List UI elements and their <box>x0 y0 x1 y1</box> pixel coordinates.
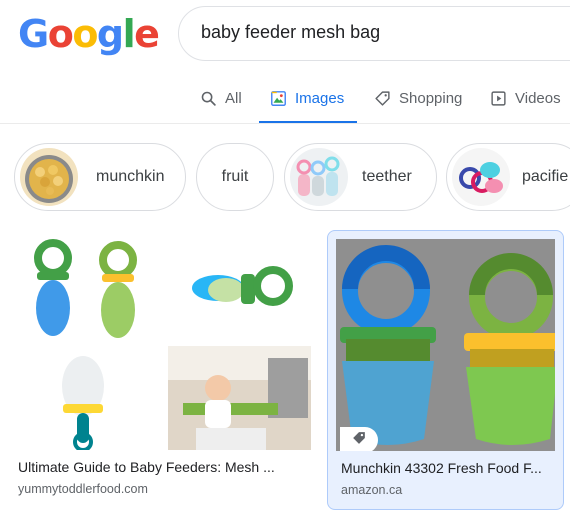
tab-images-label: Images <box>295 90 345 107</box>
google-logo[interactable]: Google <box>18 12 160 56</box>
image-result-selected[interactable]: Munchkin 43302 Fresh Food F... amazon.ca <box>327 230 564 510</box>
tag-icon <box>352 431 366 450</box>
chip-label: fruit <box>221 168 249 185</box>
result-image[interactable] <box>336 239 555 451</box>
image-result[interactable]: Ultimate Guide to Baby Feeders: Mesh ...… <box>6 230 318 510</box>
logo-letter-l: l <box>122 12 136 56</box>
search-tabs: All Images Shopping Videos <box>0 76 570 124</box>
chip-munchkin[interactable]: munchkin <box>14 143 186 211</box>
logo-letter-g: G <box>18 12 49 56</box>
munchkin-chip-image <box>20 148 78 206</box>
chip-teether[interactable]: teether <box>284 143 437 211</box>
chip-label: pacifie <box>522 168 569 185</box>
image-icon <box>270 90 287 107</box>
tab-all[interactable]: All <box>200 84 242 124</box>
result-title[interactable]: Ultimate Guide to Baby Feeders: Mesh ... <box>18 459 310 475</box>
teether-chip-image <box>290 148 348 206</box>
tab-shopping[interactable]: Shopping <box>374 84 462 124</box>
result-image[interactable] <box>13 238 311 450</box>
chip-label: munchkin <box>96 168 165 185</box>
logo-letter-o2: o <box>72 12 98 56</box>
search-icon <box>200 90 217 107</box>
logo-letter-o1: o <box>47 12 74 56</box>
product-tag-badge <box>340 427 378 451</box>
tab-videos-label: Videos <box>515 90 561 107</box>
tab-videos[interactable]: Videos <box>490 84 561 124</box>
tag-icon <box>374 90 391 107</box>
chip-fruit[interactable]: fruit <box>196 143 274 211</box>
search-box[interactable] <box>178 6 570 61</box>
play-icon <box>490 90 507 107</box>
pacifier-chip-image <box>452 148 510 206</box>
tabs-divider <box>0 123 570 124</box>
tab-all-label: All <box>225 90 242 107</box>
tab-shopping-label: Shopping <box>399 90 463 107</box>
search-input[interactable] <box>201 22 561 43</box>
logo-letter-e: e <box>134 12 160 56</box>
result-title[interactable]: Munchkin 43302 Fresh Food F... <box>341 460 556 476</box>
result-source: amazon.ca <box>341 483 403 497</box>
chip-label: teether <box>362 168 412 185</box>
result-source: yummytoddlerfood.com <box>18 482 148 496</box>
tab-images[interactable]: Images <box>259 84 358 124</box>
logo-letter-g2: g <box>96 12 124 56</box>
chip-pacifier[interactable]: pacifie <box>446 143 570 211</box>
